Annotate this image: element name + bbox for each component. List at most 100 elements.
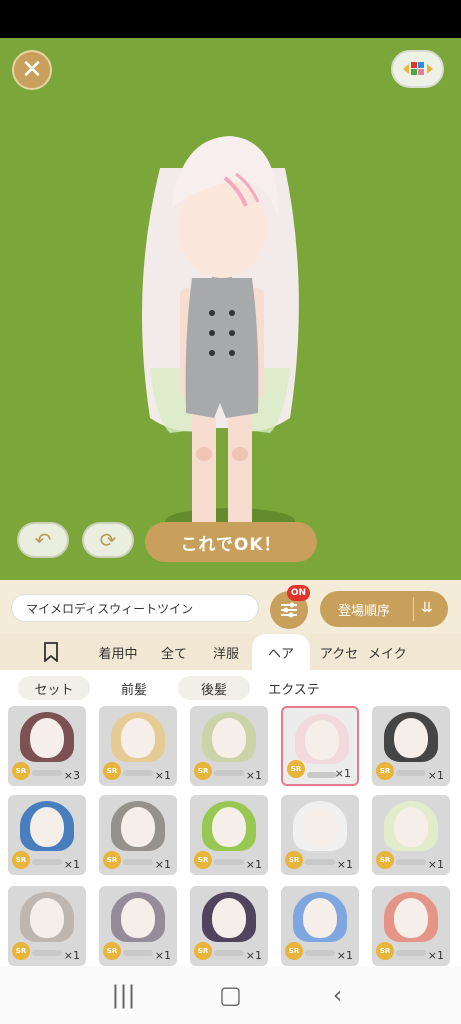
hair-item-card[interactable]: SR ×1 <box>99 795 177 875</box>
mannequin-stand <box>396 859 426 865</box>
mannequin-head <box>30 898 64 938</box>
mannequin-stand <box>214 770 244 776</box>
system-nav-bar: ||| ▢ ‹ <box>0 966 461 1024</box>
mannequin-head <box>212 718 246 758</box>
bookmark-tab[interactable] <box>36 634 66 670</box>
hair-item-card[interactable]: SR ×1 <box>281 886 359 966</box>
mannequin-stand <box>396 950 426 956</box>
confirm-ok-button[interactable]: これでOK！ <box>145 522 317 562</box>
mannequin-head <box>394 898 428 938</box>
rarity-badge: SR <box>376 762 394 780</box>
tab-hair[interactable]: ヘア <box>252 634 310 670</box>
tab-makeup[interactable]: メイク <box>368 634 413 670</box>
sliders-icon <box>281 602 297 618</box>
tab-clothes[interactable]: 洋服 <box>200 634 252 670</box>
hair-item-card[interactable]: SR ×1 <box>372 706 450 786</box>
hair-item-card[interactable]: SR ×1 <box>372 795 450 875</box>
item-count: ×1 <box>427 858 444 871</box>
mannequin-head <box>303 898 337 938</box>
mannequin-head <box>394 718 428 758</box>
item-toolbar: マイメロディスウィートツイン ON 登場順序 ⇊ <box>0 580 461 634</box>
mannequin-stand <box>123 950 153 956</box>
item-count: ×1 <box>336 949 353 962</box>
item-count: ×1 <box>154 769 171 782</box>
mannequin-head <box>212 807 246 847</box>
item-count: ×1 <box>336 858 353 871</box>
back-icon[interactable]: ‹ <box>318 981 358 1009</box>
rarity-badge: SR <box>12 762 30 780</box>
tab-all[interactable]: 全て <box>148 634 200 670</box>
mannequin-head <box>30 807 64 847</box>
hair-item-card[interactable]: SR ×1 <box>99 886 177 966</box>
hair-item-card[interactable]: SR ×1 <box>8 795 86 875</box>
filter-on-badge: ON <box>287 585 310 601</box>
mannequin-stand <box>307 772 337 778</box>
hair-item-card[interactable]: SR ×1 <box>281 795 359 875</box>
mannequin-head <box>305 720 339 760</box>
reset-button[interactable]: ⟳ <box>82 522 134 558</box>
bookmark-icon <box>44 642 58 662</box>
rarity-badge: SR <box>285 851 303 869</box>
subtab-extensions[interactable]: エクステ <box>258 676 330 700</box>
sort-divider <box>413 597 414 621</box>
rarity-badge: SR <box>287 760 305 778</box>
recent-apps-icon[interactable]: ||| <box>104 981 144 1009</box>
avatar-stage: ✕ ↶ ⟳ これでOK！ <box>0 38 461 580</box>
subtab-front-hair[interactable]: 前髪 <box>98 676 170 700</box>
layout-toggle-button[interactable] <box>391 50 444 88</box>
rarity-badge: SR <box>285 942 303 960</box>
mannequin-stand <box>123 770 153 776</box>
item-count: ×1 <box>245 769 262 782</box>
rarity-badge: SR <box>12 851 30 869</box>
mannequin-stand <box>123 859 153 865</box>
mannequin-stand <box>32 859 62 865</box>
item-count: ×1 <box>427 949 444 962</box>
mannequin-stand <box>396 770 426 776</box>
mannequin-head <box>121 807 155 847</box>
tab-wearing[interactable]: 着用中 <box>88 634 148 670</box>
rarity-badge: SR <box>12 942 30 960</box>
home-icon[interactable]: ▢ <box>211 981 251 1009</box>
hair-item-card[interactable]: SR ×1 <box>372 886 450 966</box>
hair-item-card[interactable]: SR ×1 <box>190 886 268 966</box>
subtab-set[interactable]: セット <box>18 676 90 700</box>
close-icon: ✕ <box>21 55 43 85</box>
mannequin-head <box>121 718 155 758</box>
item-count: ×1 <box>63 858 80 871</box>
item-count: ×3 <box>63 769 80 782</box>
mannequin-head <box>303 807 337 847</box>
sort-direction-icon[interactable]: ⇊ <box>421 600 433 616</box>
mannequin-stand <box>214 950 244 956</box>
rarity-badge: SR <box>194 942 212 960</box>
undo-icon: ↶ <box>34 528 52 552</box>
mannequin-head <box>212 898 246 938</box>
hair-item-card[interactable]: SR ×1 <box>8 886 86 966</box>
item-count: ×1 <box>427 769 444 782</box>
sort-order-label: 登場順序 <box>338 603 391 619</box>
item-count: ×1 <box>245 858 262 871</box>
rarity-badge: SR <box>194 762 212 780</box>
item-count: ×1 <box>245 949 262 962</box>
hair-item-card[interactable]: SR ×1 <box>190 795 268 875</box>
mannequin-stand <box>32 950 62 956</box>
undo-button[interactable]: ↶ <box>17 522 69 558</box>
hair-item-card[interactable]: SR ×1 <box>99 706 177 786</box>
rarity-badge: SR <box>376 942 394 960</box>
rarity-badge: SR <box>376 851 394 869</box>
item-count: ×1 <box>154 858 171 871</box>
subtab-back-hair[interactable]: 後髪 <box>178 676 250 700</box>
mannequin-head <box>30 718 64 758</box>
mannequin-head <box>121 898 155 938</box>
hair-item-card[interactable]: SR ×3 <box>8 706 86 786</box>
grid-colors-icon <box>402 62 433 75</box>
rarity-badge: SR <box>103 942 121 960</box>
hair-item-card[interactable]: SR ×1 <box>190 706 268 786</box>
mannequin-stand <box>305 950 335 956</box>
selected-item-name: マイメロディスウィートツイン <box>11 594 259 622</box>
item-count: ×1 <box>334 767 351 780</box>
hair-item-card[interactable]: SR ×1 <box>281 706 359 786</box>
close-button[interactable]: ✕ <box>12 50 52 90</box>
refresh-icon: ⟳ <box>99 528 117 552</box>
status-bar <box>0 0 461 38</box>
tab-accessories[interactable]: アクセ <box>310 634 368 670</box>
